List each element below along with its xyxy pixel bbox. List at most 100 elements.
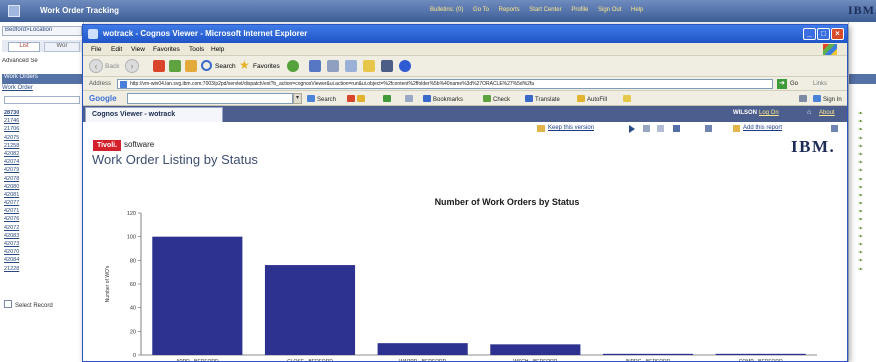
leaf-icon[interactable]: ❧ [858,167,870,175]
google-check-button[interactable]: Check [483,95,510,103]
back-arrow-icon[interactable]: ‹ [89,59,103,73]
home-icon[interactable]: ⌂ [807,109,811,116]
search-icon[interactable] [201,60,212,71]
layout-icon[interactable] [831,125,838,132]
list-item[interactable]: 42075 [4,134,80,142]
filter-input[interactable] [4,96,80,104]
go-button[interactable]: Go [790,81,798,87]
keep-version-link[interactable]: Keep this version [548,125,594,131]
leaf-icon[interactable]: ❧ [858,225,870,233]
column-header-work-order[interactable]: Work Order [2,85,33,91]
leaf-icon[interactable]: ❧ [858,118,870,126]
menu-tools[interactable]: Tools [189,46,204,53]
keep-version-icon[interactable] [537,125,545,132]
list-item[interactable]: 21706 [4,125,80,133]
run-icon[interactable] [629,125,635,133]
leaf-icon[interactable]: ❧ [858,126,870,134]
forward-arrow-icon[interactable]: › [125,59,139,73]
stop-icon[interactable] [153,60,165,72]
google-search-button[interactable]: Search [307,95,336,103]
google-bookmarks-button[interactable]: Bookmarks [423,95,463,103]
history-icon[interactable] [287,60,299,72]
app-menu-icon[interactable] [8,5,20,17]
google-page-icon[interactable] [405,95,415,103]
refresh-icon[interactable] [169,60,181,72]
list-item[interactable]: 42071 [4,207,80,215]
list-item[interactable]: 42073 [4,240,80,248]
leaf-icon[interactable]: ❧ [858,257,870,265]
google-settings-icon[interactable] [799,95,809,103]
list-item[interactable]: 42078 [4,175,80,183]
leaf-icon[interactable]: ❧ [858,159,870,167]
help-link[interactable]: Help [631,7,643,13]
back-label[interactable]: Back [105,63,119,70]
advanced-search-link[interactable]: Advanced Se [2,58,82,70]
goto-link[interactable]: Go To [473,7,489,13]
logon-link[interactable]: Log On [759,110,779,116]
about-link[interactable]: About [819,110,835,116]
leaf-icon[interactable]: ❧ [858,241,870,249]
mail-icon[interactable] [309,60,321,72]
address-input[interactable]: http://vm-win04.lan.svg.ibm.com:7003/p2p… [117,79,773,89]
leaf-icon[interactable]: ❧ [858,249,870,257]
list-item[interactable]: 21228 [4,265,80,273]
leaf-icon[interactable]: ❧ [858,208,870,216]
search-button-label[interactable]: Search [215,63,236,70]
list-item[interactable]: 28730 [4,109,80,117]
leaf-icon[interactable]: ❧ [858,110,870,118]
google-icons[interactable] [347,95,367,103]
google-pencil-icon[interactable] [623,95,633,103]
messenger-icon[interactable] [399,60,411,72]
leaf-icon[interactable]: ❧ [858,184,870,192]
add-report-link[interactable]: Add this report [743,125,782,131]
maximize-button[interactable]: □ [817,28,830,40]
drill-up-icon[interactable] [657,125,664,132]
format-icon[interactable] [673,125,680,132]
leaf-icon[interactable]: ❧ [858,135,870,143]
leaf-icon[interactable]: ❧ [858,151,870,159]
edit-icon[interactable] [345,60,357,72]
output-icon[interactable] [705,125,712,132]
viewer-tab[interactable]: Cognos Viewer - wotrack [85,107,223,122]
list-item[interactable]: 21746 [4,117,80,125]
reports-link[interactable]: Reports [499,7,520,13]
menu-favorites[interactable]: Favorites [153,46,180,53]
menu-file[interactable]: File [91,46,101,53]
profile-link[interactable]: Profile [571,7,588,13]
list-item[interactable]: 42070 [4,248,80,256]
menu-help[interactable]: Help [211,46,224,53]
tab-work-order[interactable]: Wor [44,42,80,52]
folder-icon[interactable] [363,60,375,72]
bulletins-link[interactable]: Bulletins: (0) [430,7,463,13]
research-icon[interactable] [381,60,393,72]
leaf-icon[interactable]: ❧ [858,192,870,200]
google-translate-button[interactable]: Translate [525,95,560,103]
browser-title-bar[interactable]: wotrack - Cognos Viewer - Microsoft Inte… [83,25,847,43]
add-report-icon[interactable] [733,125,740,132]
google-signin-button[interactable]: Sign In [813,95,842,103]
google-search-input[interactable] [127,93,293,104]
leaf-icon[interactable]: ❧ [858,143,870,151]
favorites-star-icon[interactable]: ★ [239,58,250,72]
list-item[interactable]: 21258 [4,142,80,150]
list-item[interactable]: 42074 [4,158,80,166]
print-icon[interactable] [327,60,339,72]
list-item[interactable]: 42083 [4,232,80,240]
list-item[interactable]: 42082 [4,150,80,158]
links-button[interactable]: Links [813,81,827,87]
sign-out-link[interactable]: Sign Out [598,7,621,13]
list-item[interactable]: 42076 [4,215,80,223]
list-item[interactable]: 42072 [4,224,80,232]
go-arrow-icon[interactable]: ➜ [777,79,787,89]
google-nav-icons[interactable] [383,95,393,103]
leaf-icon[interactable]: ❧ [858,200,870,208]
list-item[interactable]: 42081 [4,191,80,199]
start-center-link[interactable]: Start Center [529,7,561,13]
breadcrumb[interactable]: Bedford>Location [2,26,82,36]
google-dropdown-button[interactable]: ▾ [293,93,302,104]
list-item[interactable]: 42080 [4,183,80,191]
leaf-icon[interactable]: ❧ [858,176,870,184]
minimize-button[interactable]: _ [803,28,816,40]
menu-edit[interactable]: Edit [111,46,122,53]
tab-list[interactable]: List [8,42,40,52]
